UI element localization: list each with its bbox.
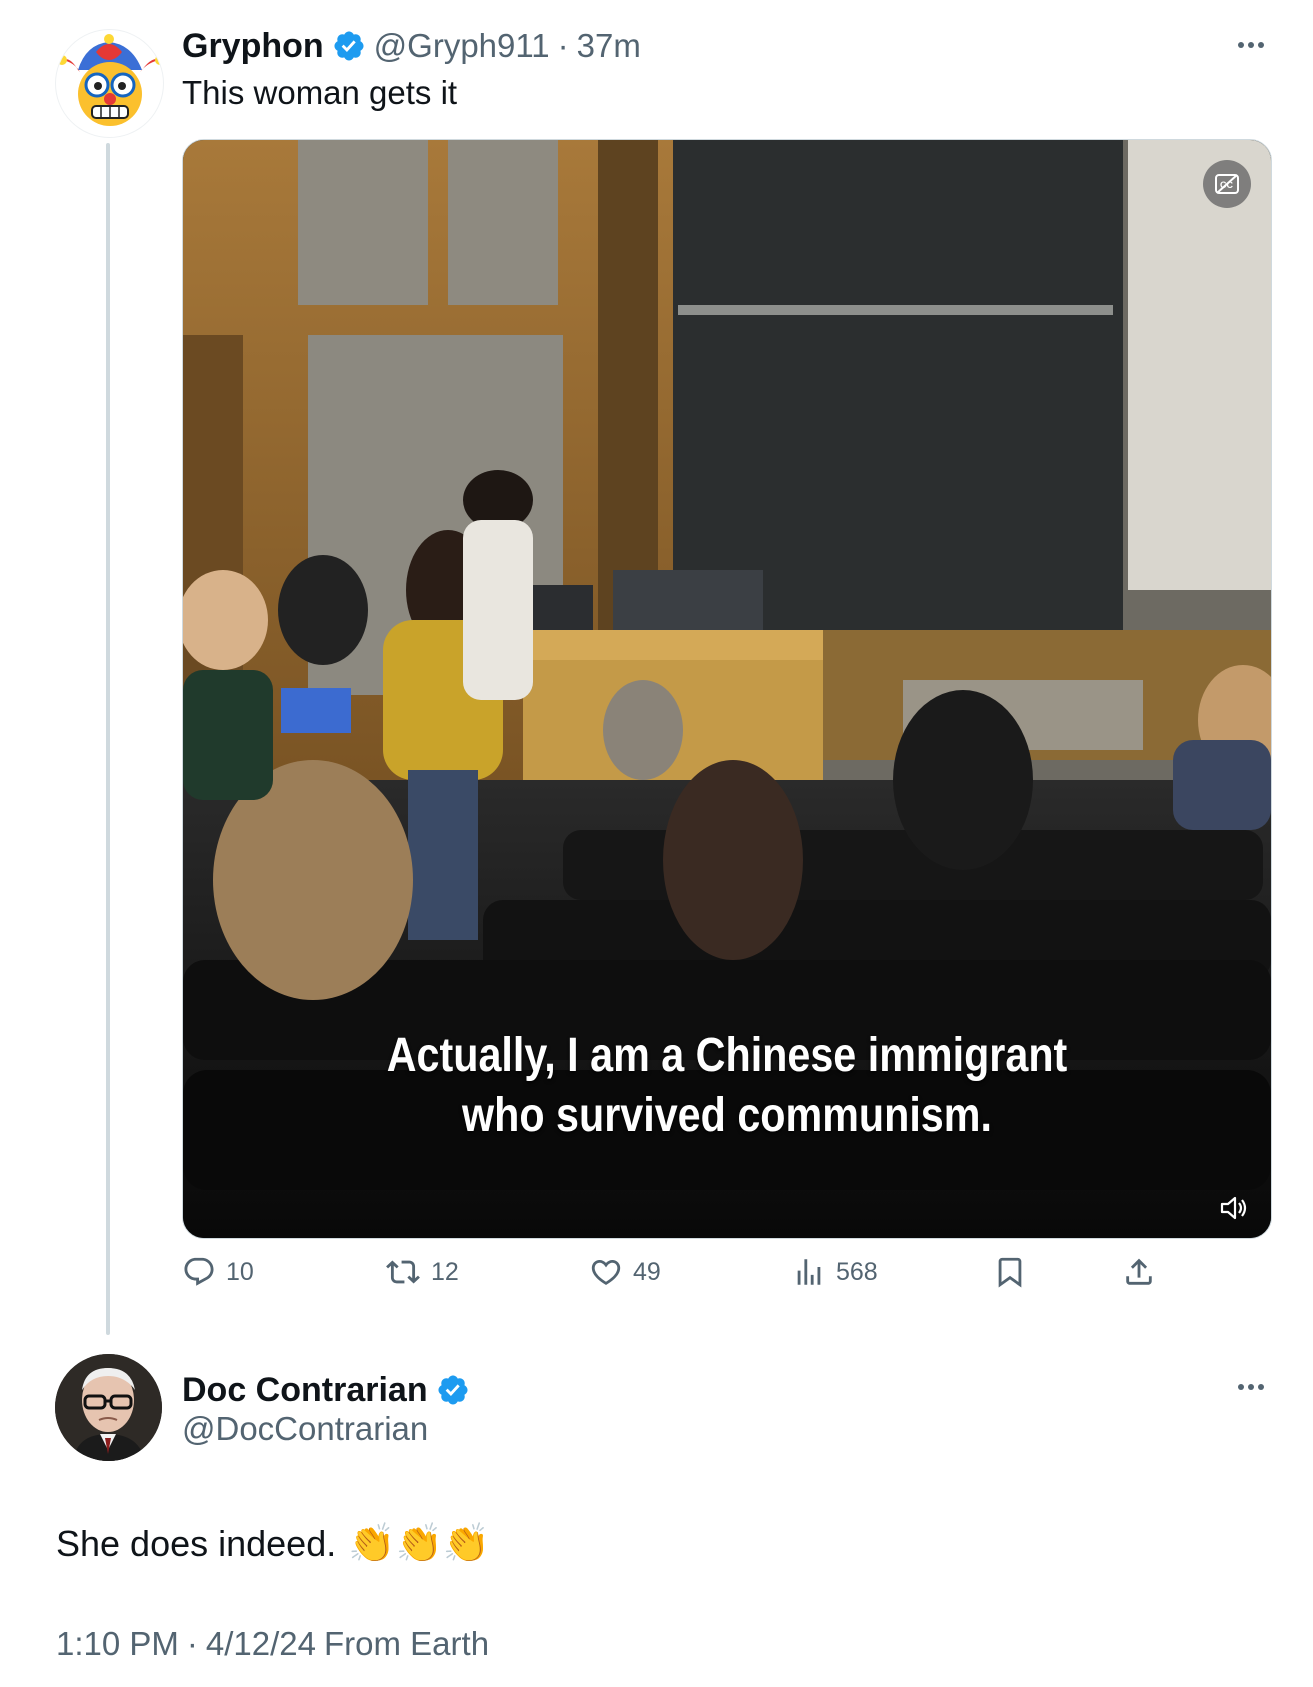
tweet-time[interactable]: 37m: [577, 27, 641, 65]
views-count: 568: [836, 1257, 878, 1286]
thread-line: [106, 143, 110, 1335]
reply-date[interactable]: 4/12/24: [206, 1625, 316, 1663]
reply-author-avatar[interactable]: [55, 1354, 162, 1461]
share-button[interactable]: [1122, 1252, 1156, 1292]
views-button[interactable]: 568: [792, 1252, 878, 1292]
author-handle[interactable]: @Gryph911: [374, 27, 550, 65]
share-icon: [1126, 1258, 1152, 1285]
reply-icon: [184, 1257, 214, 1286]
author-avatar[interactable]: [55, 29, 164, 138]
tweet-video[interactable]: CC Actually, I am a Chinese immigrant wh…: [182, 139, 1272, 1239]
like-icon: [591, 1259, 621, 1285]
author-name[interactable]: Gryphon: [182, 27, 324, 66]
bookmark-button[interactable]: [993, 1252, 1027, 1292]
retweet-icon: [386, 1260, 420, 1284]
more-icon[interactable]: [1238, 1384, 1264, 1390]
reply-time[interactable]: 1:10 PM: [56, 1625, 179, 1663]
reply-meta: 1:10 PM · 4/12/24 From Earth: [56, 1625, 489, 1663]
verified-icon: [438, 1375, 468, 1405]
reply-header: Doc Contrarian: [182, 1366, 470, 1414]
reply-text: She does indeed.: [56, 1523, 337, 1564]
verified-icon: [334, 31, 364, 61]
tweet-header: Gryphon @Gryph911 · 37m: [182, 24, 641, 68]
reply-author-handle[interactable]: @DocContrarian: [182, 1410, 428, 1448]
volume-icon[interactable]: [1216, 1190, 1252, 1226]
reply-source: From Earth: [324, 1625, 490, 1662]
captions-icon[interactable]: CC: [1203, 160, 1251, 208]
like-button[interactable]: 49: [589, 1252, 661, 1292]
like-count: 49: [633, 1257, 661, 1286]
bookmark-icon: [998, 1257, 1022, 1288]
clapping-hands-emoji: 👏👏👏: [348, 1523, 491, 1565]
tweet-text: This woman gets it: [182, 74, 458, 111]
retweet-count: 12: [431, 1257, 459, 1286]
separator: ·: [186, 1625, 198, 1662]
video-caption-line1: Actually, I am a Chinese immigrant: [386, 1029, 1068, 1082]
views-icon: [797, 1259, 821, 1285]
separator: ·: [557, 27, 569, 64]
video-caption-line2: who survived communism.: [462, 1089, 992, 1142]
reply-count: 10: [226, 1257, 254, 1286]
reply-button[interactable]: 10: [182, 1252, 254, 1292]
more-icon[interactable]: [1238, 42, 1264, 48]
reply-body: She does indeed. 👏👏👏: [56, 1522, 490, 1566]
reply-author-name[interactable]: Doc Contrarian: [182, 1371, 428, 1410]
retweet-button[interactable]: 12: [385, 1252, 459, 1292]
